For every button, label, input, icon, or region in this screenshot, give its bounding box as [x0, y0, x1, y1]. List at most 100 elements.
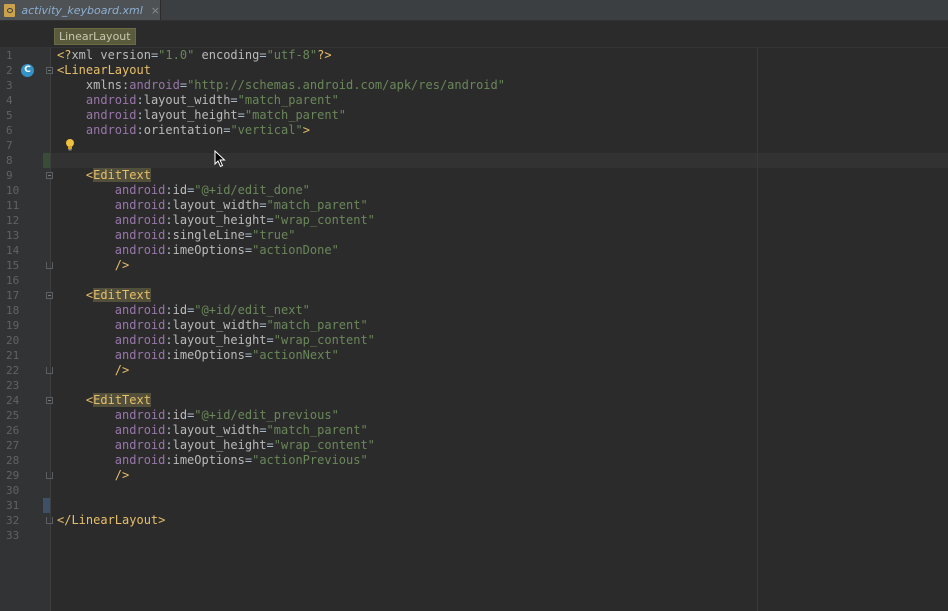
code-token: :: [136, 108, 144, 122]
tab-activity-keyboard-xml[interactable]: activity_keyboard.xml ×: [0, 0, 161, 20]
code-line[interactable]: 14 android:imeOptions="actionDone": [0, 243, 948, 258]
line-number: 7: [6, 139, 13, 152]
code-text: <EditText: [57, 393, 151, 408]
code-line[interactable]: 28 android:imeOptions="actionPrevious": [0, 453, 948, 468]
code-token: id: [172, 303, 188, 317]
code-token: :: [165, 348, 173, 362]
code-line[interactable]: 7: [0, 138, 948, 153]
fold-end-icon[interactable]: [46, 517, 53, 524]
code-line[interactable]: 24 <EditText: [0, 393, 948, 408]
line-number: 12: [6, 214, 20, 227]
fold-end-icon[interactable]: [46, 262, 53, 269]
code-line[interactable]: 10 android:id="@+id/edit_done": [0, 183, 948, 198]
fold-collapse-icon[interactable]: [46, 397, 53, 404]
line-number: 6: [6, 124, 13, 137]
code-line[interactable]: 19 android:layout_width="match_parent": [0, 318, 948, 333]
code-token: android: [114, 228, 166, 242]
code-line[interactable]: 3 xmlns:android="http://schemas.android.…: [0, 78, 948, 93]
code-token: "1.0": [158, 48, 195, 62]
line-number: 16: [6, 274, 20, 287]
code-line[interactable]: 29 />: [0, 468, 948, 483]
code-text: </LinearLayout>: [57, 513, 165, 528]
code-line[interactable]: 17 <EditText: [0, 288, 948, 303]
code-token: =: [244, 453, 253, 467]
code-line[interactable]: 12 android:layout_height="wrap_content": [0, 213, 948, 228]
code-line[interactable]: 4 android:layout_width="match_parent": [0, 93, 948, 108]
code-line[interactable]: 32 </LinearLayout>: [0, 513, 948, 528]
code-line[interactable]: 21 android:imeOptions="actionNext": [0, 348, 948, 363]
line-number: 25: [6, 409, 20, 422]
code-line[interactable]: 2 <LinearLayout: [0, 63, 948, 78]
code-line[interactable]: 11 android:layout_width="match_parent": [0, 198, 948, 213]
code-token: =: [179, 78, 188, 92]
code-text: android:layout_width="match_parent": [57, 423, 368, 438]
code-token: android: [114, 348, 166, 362]
code-line[interactable]: 26 android:layout_width="match_parent": [0, 423, 948, 438]
code-token: >: [302, 123, 310, 137]
code-line[interactable]: 5 android:layout_height="match_parent": [0, 108, 948, 123]
code-token: =: [244, 243, 253, 257]
code-token: id: [172, 408, 188, 422]
code-token: =: [259, 48, 267, 62]
code-token: />: [114, 258, 130, 272]
fold-end-icon[interactable]: [46, 472, 53, 479]
code-token: layout_width: [172, 198, 260, 212]
code-token: layout_width: [172, 318, 260, 332]
fold-collapse-icon[interactable]: [46, 292, 53, 299]
line-number: 4: [6, 94, 13, 107]
code-token: />: [114, 363, 130, 377]
code-token: :: [165, 333, 173, 347]
code-token: :: [165, 228, 173, 242]
code-line[interactable]: 1 <?xml version="1.0" encoding="utf-8"?>: [0, 48, 948, 63]
code-line[interactable]: 8: [0, 153, 948, 168]
code-line[interactable]: 31: [0, 498, 948, 513]
code-token: :: [136, 93, 144, 107]
code-token: "match_parent": [266, 318, 368, 332]
code-token: :: [165, 303, 173, 317]
code-token: imeOptions: [172, 453, 245, 467]
fold-collapse-icon[interactable]: [46, 67, 53, 74]
code-line[interactable]: 15 />: [0, 258, 948, 273]
code-line[interactable]: 22 />: [0, 363, 948, 378]
fold-collapse-icon[interactable]: [46, 172, 53, 179]
fold-end-icon[interactable]: [46, 367, 53, 374]
code-token: =: [230, 93, 238, 107]
code-text: />: [57, 258, 129, 273]
code-text: <EditText: [57, 288, 151, 303]
code-line[interactable]: 20 android:layout_height="wrap_content": [0, 333, 948, 348]
code-line[interactable]: 23: [0, 378, 948, 393]
code-token: LinearLayout: [64, 63, 151, 77]
code-token: encoding: [201, 48, 260, 62]
code-token: layout_height: [172, 333, 267, 347]
line-number: 21: [6, 349, 20, 362]
code-token: imeOptions: [172, 243, 245, 257]
breadcrumb-linearlayout[interactable]: LinearLayout: [54, 28, 136, 45]
code-token: :: [165, 243, 173, 257]
code-line[interactable]: 9 <EditText: [0, 168, 948, 183]
code-token: "actionNext": [252, 348, 339, 362]
code-token: "actionDone": [252, 243, 339, 257]
code-token: :: [165, 213, 173, 227]
close-tab-icon[interactable]: ×: [151, 4, 160, 17]
code-text: android:imeOptions="actionDone": [57, 243, 339, 258]
code-token: android: [114, 423, 166, 437]
code-line[interactable]: 33: [0, 528, 948, 543]
code-token: android: [114, 303, 166, 317]
code-text: android:id="@+id/edit_next": [57, 303, 310, 318]
code-token: layout_width: [172, 423, 260, 437]
line-number: 20: [6, 334, 20, 347]
code-line[interactable]: 18 android:id="@+id/edit_next": [0, 303, 948, 318]
code-line[interactable]: 25 android:id="@+id/edit_previous": [0, 408, 948, 423]
code-line[interactable]: 27 android:layout_height="wrap_content": [0, 438, 948, 453]
code-line[interactable]: 16: [0, 273, 948, 288]
code-line[interactable]: 13 android:singleLine="true": [0, 228, 948, 243]
code-text: />: [57, 468, 129, 483]
code-line[interactable]: 30: [0, 483, 948, 498]
code-line[interactable]: 6 android:orientation="vertical">: [0, 123, 948, 138]
